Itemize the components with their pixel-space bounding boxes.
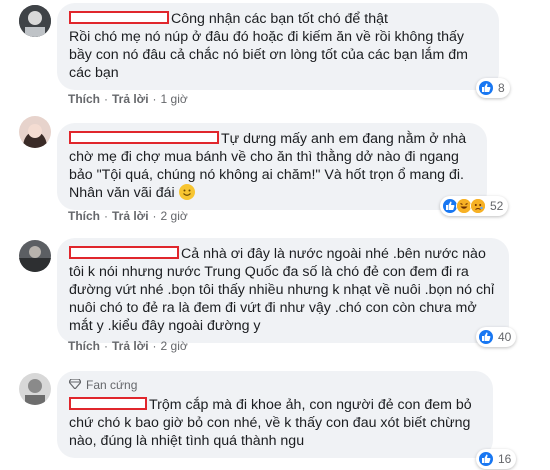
- reaction-count: 8: [498, 81, 505, 95]
- badge-label: Fan cứng: [86, 378, 138, 392]
- comment-1: Công nhận các bạn tốt chó để thật Rồi ch…: [0, 0, 550, 110]
- comment-4: Fan cứng Trộm cắp mà đi khoe ảh, con ngư…: [0, 365, 550, 470]
- like-reaction-icon: [478, 451, 494, 467]
- redacted-username: [69, 131, 219, 144]
- reaction-summary[interactable]: 52: [440, 196, 509, 216]
- reaction-count: 40: [498, 330, 512, 344]
- reaction-count: 16: [498, 452, 512, 466]
- comment-3: Cả nhà ơi đây là nước ngoài nhé .bên nướ…: [0, 230, 550, 360]
- comment-actions: Thích · Trả lời · 2 giờ: [68, 208, 188, 224]
- avatar-photo-icon: [19, 373, 51, 405]
- avatar-photo-icon: [19, 240, 51, 272]
- comment-text: Cả nhà ơi đây là nước ngoài nhé .bên nướ…: [69, 246, 495, 334]
- reaction-summary[interactable]: 40: [476, 327, 517, 347]
- comment-bubble: Fan cứng Trộm cắp mà đi khoe ảh, con ngư…: [57, 371, 493, 458]
- timestamp[interactable]: 2 giờ: [161, 209, 188, 223]
- redacted-username: [69, 246, 179, 259]
- sad-reaction-icon: [470, 198, 486, 214]
- timestamp[interactable]: 1 giờ: [161, 92, 188, 106]
- reaction-count: 52: [490, 199, 504, 213]
- timestamp[interactable]: 2 giờ: [161, 339, 188, 353]
- comment-bubble: Tự dưng mấy anh em đang nằm ở nhà chờ mẹ…: [57, 123, 487, 210]
- comment-bubble: Cả nhà ơi đây là nước ngoài nhé .bên nướ…: [57, 238, 509, 343]
- comment-2: Tự dưng mấy anh em đang nằm ở nhà chờ mẹ…: [0, 110, 550, 230]
- separator: ·: [152, 92, 157, 106]
- separator: ·: [104, 339, 108, 353]
- comment-bubble: Công nhận các bạn tốt chó để thật Rồi ch…: [57, 3, 499, 90]
- redacted-username: [69, 397, 147, 410]
- like-link[interactable]: Thích: [68, 339, 100, 353]
- avatar-photo-icon: [19, 116, 51, 148]
- like-link[interactable]: Thích: [68, 209, 100, 223]
- separator: ·: [152, 339, 157, 353]
- comment-actions: Thích · Trả lời · 1 giờ: [68, 91, 188, 107]
- reaction-summary[interactable]: 8: [476, 78, 510, 98]
- reaction-summary[interactable]: 16: [476, 449, 517, 469]
- redacted-username: [69, 11, 169, 24]
- separator: ·: [104, 209, 108, 223]
- smile-emoji-icon: [178, 184, 195, 200]
- reply-link[interactable]: Trả lời: [112, 92, 149, 106]
- avatar[interactable]: [19, 240, 51, 272]
- separator: ·: [152, 209, 157, 223]
- comment-actions: Thích · Trả lời · 2 giờ: [68, 338, 188, 354]
- reply-link[interactable]: Trả lời: [112, 209, 149, 223]
- like-reaction-icon: [478, 329, 494, 345]
- like-reaction-icon: [478, 80, 494, 96]
- avatar[interactable]: [19, 373, 51, 405]
- fan-badge[interactable]: Fan cứng: [68, 377, 481, 394]
- diamond-icon: [68, 378, 82, 394]
- separator: ·: [104, 92, 108, 106]
- reply-link[interactable]: Trả lời: [112, 339, 149, 353]
- avatar[interactable]: [19, 116, 51, 148]
- like-link[interactable]: Thích: [68, 92, 100, 106]
- avatar[interactable]: [19, 5, 51, 37]
- avatar-photo-icon: [19, 5, 51, 37]
